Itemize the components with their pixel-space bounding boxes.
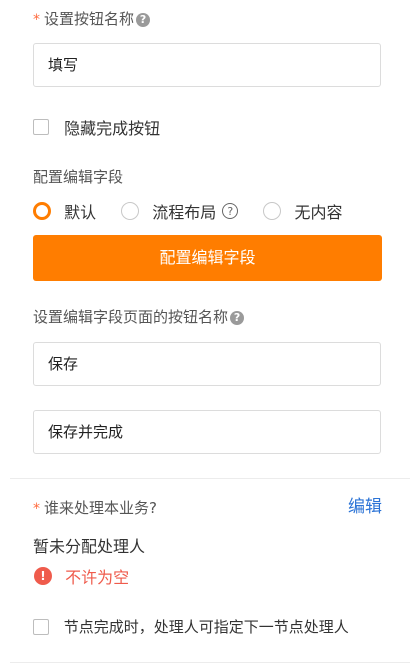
bottom-divider	[10, 662, 410, 663]
hide-complete-row[interactable]: 隐藏完成按钮	[33, 115, 160, 139]
handler-edit-link[interactable]: 编辑	[348, 492, 382, 517]
handler-status: 暂未分配处理人	[33, 537, 146, 556]
hide-complete-checkbox[interactable]	[33, 119, 49, 135]
edit-page-buttons-label-text: 设置编辑字段页面的按钮名称	[33, 308, 229, 326]
handler-question: * 谁来处理本业务?	[33, 497, 157, 518]
button-name-input[interactable]: 填写	[33, 43, 381, 87]
exclamation-circle-icon: !	[34, 567, 52, 585]
save-and-complete-name-input[interactable]: 保存并完成	[33, 410, 381, 454]
question-circle-icon[interactable]: ?	[136, 12, 151, 27]
hide-complete-label: 隐藏完成按钮	[64, 119, 161, 138]
save-button-name-input[interactable]: 保存	[33, 342, 381, 386]
radio-no-content[interactable]: 无内容	[263, 201, 343, 222]
handler-question-text: 谁来处理本业务?	[44, 499, 157, 517]
handler-error: ! 不许为空	[34, 564, 129, 588]
edit-fields-radio-group: 默认 流程布局? 无内容	[33, 199, 343, 223]
radio-flow-layout-control[interactable]	[121, 202, 140, 220]
edit-page-buttons-label: 设置编辑字段页面的按钮名称?	[33, 306, 245, 327]
radio-no-content-control[interactable]	[263, 202, 282, 220]
radio-default[interactable]: 默认	[33, 201, 101, 222]
radio-default-label: 默认	[64, 203, 97, 222]
required-mark: *	[33, 12, 40, 28]
radio-flow-layout-label: 流程布局	[152, 203, 217, 222]
handler-error-text: 不许为空	[65, 568, 130, 587]
next-node-label: 节点完成时，处理人可指定下一节点处理人	[63, 618, 349, 636]
divider	[10, 478, 410, 479]
button-name-label-text: 设置按钮名称	[44, 10, 135, 28]
question-circle-icon[interactable]: ?	[222, 203, 239, 219]
next-node-row[interactable]: 节点完成时，处理人可指定下一节点处理人	[33, 616, 349, 637]
radio-default-control[interactable]	[33, 202, 51, 220]
button-name-label: * 设置按钮名称?	[33, 8, 151, 29]
edit-fields-label: 配置编辑字段	[33, 168, 124, 186]
question-circle-icon[interactable]: ?	[230, 310, 245, 325]
configure-edit-fields-button[interactable]: 配置编辑字段	[33, 235, 382, 281]
required-mark: *	[33, 501, 40, 517]
radio-flow-layout[interactable]: 流程布局?	[121, 201, 243, 222]
radio-no-content-label: 无内容	[294, 203, 343, 222]
next-node-checkbox[interactable]	[33, 618, 49, 635]
